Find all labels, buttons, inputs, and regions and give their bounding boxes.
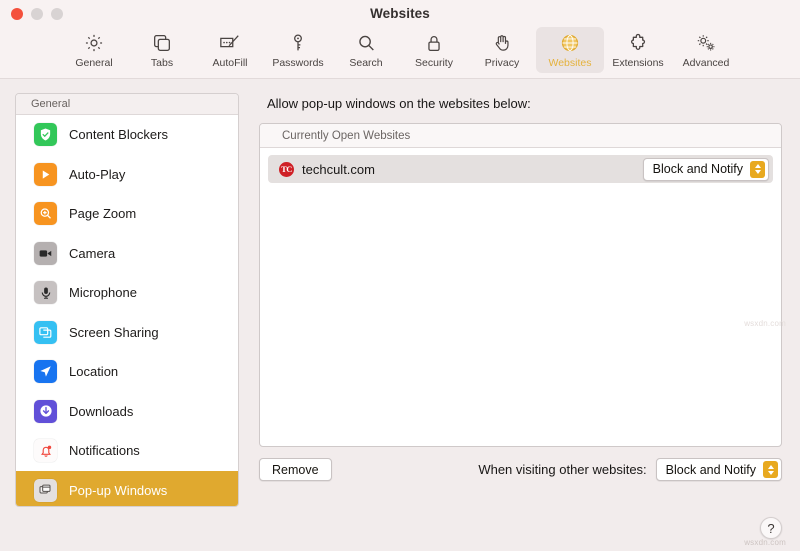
sidebar-item-location[interactable]: Location xyxy=(16,352,238,392)
preferences-toolbar: General Tabs AutoFill Passwords Search S… xyxy=(0,27,800,79)
toolbar-item-extensions[interactable]: Extensions xyxy=(604,27,672,73)
microphone-icon xyxy=(34,281,57,305)
windows-icon xyxy=(34,478,57,502)
pane-heading: Allow pop-up windows on the websites bel… xyxy=(267,96,531,111)
sidebar-item-pop-up-windows[interactable]: Pop-up Windows xyxy=(16,470,238,506)
preferences-content: General Content Blockers Auto-Play Page … xyxy=(0,79,800,551)
lock-icon xyxy=(423,30,445,56)
sidebar-item-label: Location xyxy=(69,364,119,380)
safari-preferences-window: Websites General Tabs AutoFill Passwords… xyxy=(0,0,800,551)
shield-check-icon xyxy=(34,123,57,147)
sidebar-item-downloads[interactable]: Downloads xyxy=(16,392,238,432)
favicon: TC xyxy=(279,161,294,177)
toolbar-item-advanced[interactable]: Advanced xyxy=(672,27,740,73)
sidebar-item-label: Auto-Play xyxy=(69,166,126,182)
help-button[interactable]: ? xyxy=(760,517,782,539)
hand-icon xyxy=(491,30,513,56)
window-title: Websites xyxy=(370,6,430,21)
location-icon xyxy=(34,360,57,384)
download-icon xyxy=(34,399,57,423)
play-icon xyxy=(34,162,57,186)
globe-icon xyxy=(559,30,581,56)
sidebar-item-auto-play[interactable]: Auto-Play xyxy=(16,155,238,195)
default-permission-value: Block and Notify xyxy=(665,462,756,477)
list-body: TC techcult.com Block and Notify xyxy=(260,148,781,446)
pane-footer: Remove When visiting other websites: Blo… xyxy=(259,458,782,481)
sidebar-item-page-zoom[interactable]: Page Zoom xyxy=(16,194,238,234)
list-section-header: Currently Open Websites xyxy=(260,124,781,148)
toolbar-label: Search xyxy=(349,57,383,69)
camera-icon xyxy=(34,241,57,265)
chevron-updown-icon xyxy=(750,160,765,178)
table-row[interactable]: TC techcult.com Block and Notify xyxy=(268,155,773,183)
sidebar-item-label: Microphone xyxy=(69,285,137,301)
titlebar: Websites xyxy=(0,0,800,27)
tabs-icon xyxy=(151,30,173,56)
sidebar-list: Content Blockers Auto-Play Page Zoom Cam… xyxy=(16,115,238,506)
toolbar-item-general[interactable]: General xyxy=(60,27,128,73)
sidebar-item-content-blockers[interactable]: Content Blockers xyxy=(16,115,238,155)
sidebar-item-label: Page Zoom xyxy=(69,206,137,222)
gears-icon xyxy=(694,30,718,56)
site-name: techcult.com xyxy=(302,161,375,177)
sidebar-item-label: Screen Sharing xyxy=(69,324,159,340)
site-permission-select[interactable]: Block and Notify xyxy=(642,157,769,181)
magnifier-icon xyxy=(355,30,377,56)
sidebar-item-label: Content Blockers xyxy=(69,127,168,143)
toolbar-item-privacy[interactable]: Privacy xyxy=(468,27,536,73)
puzzle-icon xyxy=(627,30,650,56)
sidebar-item-notifications[interactable]: Notifications xyxy=(16,431,238,471)
sidebar-item-label: Pop-up Windows xyxy=(69,482,168,498)
site-permission-value: Block and Notify xyxy=(652,162,743,176)
toolbar-label: Extensions xyxy=(612,57,664,69)
toolbar-item-search[interactable]: Search xyxy=(332,27,400,73)
sidebar-item-label: Camera xyxy=(69,245,116,261)
sidebar-item-microphone[interactable]: Microphone xyxy=(16,273,238,313)
toolbar-label: AutoFill xyxy=(212,57,248,69)
sidebar-item-camera[interactable]: Camera xyxy=(16,234,238,274)
popup-windows-pane: Allow pop-up windows on the websites bel… xyxy=(259,93,782,551)
sidebar-item-label: Downloads xyxy=(69,403,134,419)
autofill-icon xyxy=(218,30,242,56)
default-setting-group: When visiting other websites: Block and … xyxy=(478,458,782,481)
toolbar-label: General xyxy=(75,57,113,69)
site-identity: TC techcult.com xyxy=(279,161,375,177)
websites-list-box: Currently Open Websites TC techcult.com … xyxy=(259,123,782,447)
toolbar-item-tabs[interactable]: Tabs xyxy=(128,27,196,73)
key-icon xyxy=(287,30,309,56)
sidebar-header: General xyxy=(16,94,238,115)
sidebar-item-label: Notifications xyxy=(69,443,140,459)
websites-category-sidebar: General Content Blockers Auto-Play Page … xyxy=(15,93,239,507)
chevron-updown-icon xyxy=(763,461,778,478)
toolbar-label: Tabs xyxy=(150,57,174,69)
default-permission-select[interactable]: Block and Notify xyxy=(655,458,782,481)
bell-icon xyxy=(34,439,57,463)
toolbar-label: Websites xyxy=(548,57,592,69)
toolbar-label: Security xyxy=(415,57,453,69)
zoom-in-icon xyxy=(34,202,57,226)
toolbar-label: Advanced xyxy=(682,57,730,69)
screen-share-icon xyxy=(34,320,57,344)
toolbar-item-autofill[interactable]: AutoFill xyxy=(196,27,264,73)
sidebar-item-screen-sharing[interactable]: Screen Sharing xyxy=(16,313,238,353)
toolbar-label: Passwords xyxy=(272,57,324,69)
remove-button[interactable]: Remove xyxy=(259,458,332,481)
gear-icon xyxy=(83,30,105,56)
toolbar-item-security[interactable]: Security xyxy=(400,27,468,73)
toolbar-label: Privacy xyxy=(484,57,520,69)
toolbar-item-websites[interactable]: Websites xyxy=(536,27,604,73)
default-setting-label: When visiting other websites: xyxy=(478,462,647,477)
toolbar-item-passwords[interactable]: Passwords xyxy=(264,27,332,73)
